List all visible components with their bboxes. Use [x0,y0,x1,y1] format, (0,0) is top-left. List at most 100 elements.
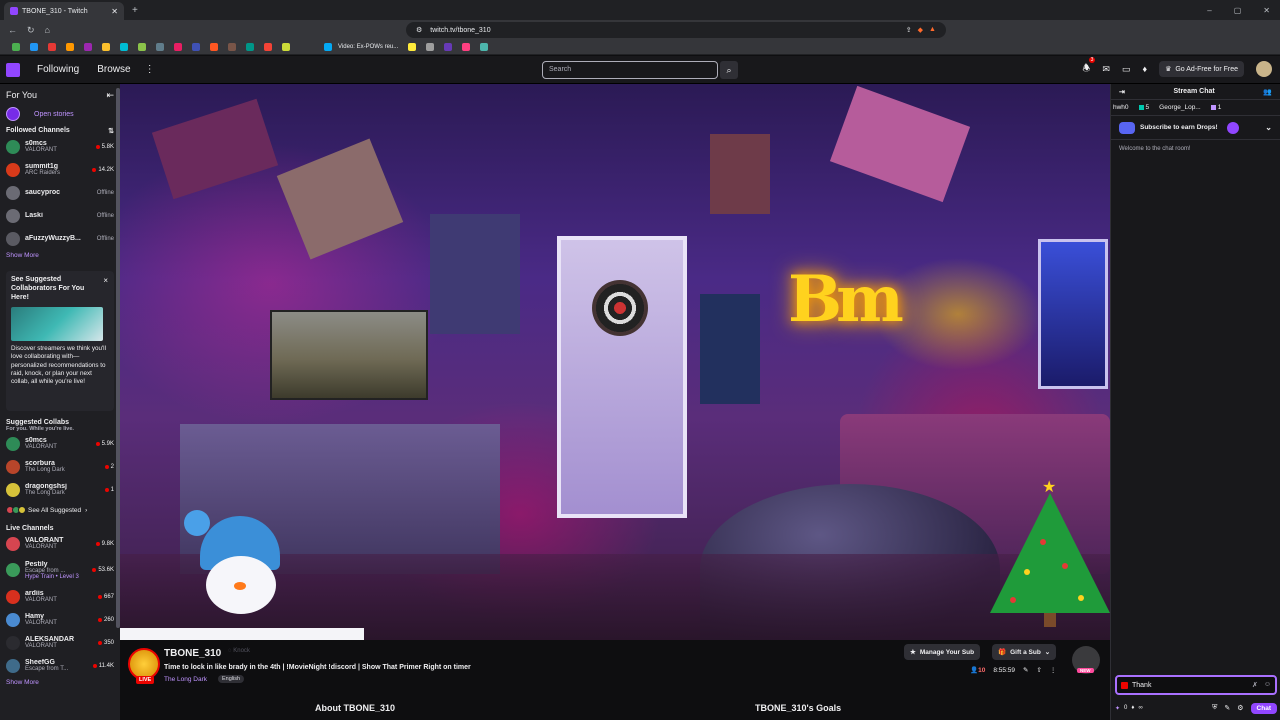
tab-goals[interactable]: TBONE_310's Goals [755,703,841,713]
search-input[interactable]: Search [542,61,718,79]
bookmark-icon[interactable] [48,43,56,51]
bookmark-icon[interactable] [192,43,200,51]
channel-points-icon[interactable]: ✦ [1115,705,1120,712]
settings-gear-icon[interactable]: ⚙ [1237,704,1243,712]
story-avatar[interactable] [6,107,20,121]
sort-icon[interactable]: ⇅ [108,127,114,135]
user-avatar[interactable] [1256,61,1272,77]
bookmark-icon[interactable] [210,43,218,51]
show-more-live[interactable]: Show More [6,679,114,686]
share-icon[interactable]: ⇪ [906,26,912,34]
bookmark-icon[interactable] [12,43,20,51]
brave-shield-icon[interactable]: ◆ [918,26,923,34]
bookmark-icon[interactable] [462,43,471,51]
more-menu-icon[interactable]: ⋮ [145,64,155,75]
minimize-button[interactable]: – [1207,6,1211,15]
sidebar-channel-item[interactable]: dragongshsj The Long Dark 1 [6,478,114,501]
bookmark-icon[interactable] [120,43,128,51]
twitch-logo-icon[interactable] [6,62,20,77]
maximize-button[interactable]: ▢ [1234,6,1242,15]
bookmark-icon[interactable] [408,43,417,51]
chat-input[interactable]: Thank ✗ ☺ [1115,675,1277,695]
new-tab-button[interactable]: + [132,5,138,16]
sidebar-channel-item[interactable]: VALORANT VALORANT 9.8K [6,532,114,555]
sidebar-channel-item[interactable]: Pestily Escape from ... Hype Train • Level… [6,555,114,585]
sidebar-channel-item[interactable]: SheefGG Escape from T... 11.4K [6,654,114,677]
community-icon[interactable]: 👥 [1263,88,1272,96]
emote-badge-icon[interactable] [1121,681,1128,689]
channel-name[interactable]: TBONE_310 [164,648,221,659]
bookmark-icon[interactable] [138,43,146,51]
bookmark-icon[interactable] [156,43,164,51]
bookmark-icon[interactable] [426,43,435,51]
bookmark-icon[interactable] [246,43,254,51]
sidebar-channel-item[interactable]: ALEKSANDAR VALORANT 350 [6,631,114,654]
gifter-item[interactable]: hwh0 [1113,104,1129,111]
drops-banner[interactable]: Subscribe to earn Drops! ⌄ [1111,116,1280,140]
sidebar-channel-item[interactable]: ardiis VALORANT 667 [6,585,114,608]
bookmark-icon[interactable] [84,43,92,51]
video-player[interactable]: Bm ★ [120,84,1110,640]
following-link[interactable]: Following [37,64,79,75]
bookmark-icon[interactable] [174,43,182,51]
chat-send-button[interactable]: Chat [1250,702,1277,714]
collapse-chat-icon[interactable]: ⇥ [1119,88,1125,96]
sidebar-channel-item[interactable]: Laski Offline [6,204,114,227]
bookmark-icon[interactable] [228,43,236,51]
whispers-icon[interactable]: ▭ [1122,64,1131,75]
url-field[interactable]: ⚙ twitch.tv/tbone_310 ⇪ ◆ ▲ [405,22,946,38]
share-icon[interactable]: ⇧ [1036,666,1041,674]
bookmark-icon[interactable] [282,43,290,51]
gift-sub-button[interactable]: 🎁 Gift a Sub ⌄ [992,644,1057,660]
pencil-icon[interactable]: ✎ [1224,704,1230,712]
sidebar-channel-item[interactable]: s0mcs VALORANT 5.8K [6,135,114,158]
site-info-icon[interactable]: ⚙ [416,26,422,34]
sidebar-channel-item[interactable]: aFuzzyWuzzyB... Offline [6,227,114,250]
chevron-down-icon[interactable]: ⌄ [1265,123,1272,132]
bookmark-icon[interactable] [102,43,110,51]
bookmark-icon[interactable] [30,43,38,51]
open-stories[interactable]: Open stories [6,107,114,121]
bookmark-icon[interactable] [66,43,74,51]
sidebar-channel-item[interactable]: saucyproc Offline [6,181,114,204]
edit-icon[interactable]: ✎ [1023,666,1028,674]
show-more-followed[interactable]: Show More [6,252,114,259]
browse-link[interactable]: Browse [97,64,130,75]
sidebar-channel-item[interactable]: summit1g ARC Raiders 14.2K [6,158,114,181]
stream-category-link[interactable]: The Long Dark [164,676,207,683]
knock-button[interactable]: ◌ Knock [228,648,250,654]
bookmark-icon[interactable] [324,43,332,51]
sidebar-channel-item[interactable]: scorbura The Long Dark 2 [6,455,114,478]
language-tag[interactable]: English [218,675,245,683]
collapse-sidebar-icon[interactable]: ⇤ [106,90,114,101]
notifications-icon[interactable]: 🕭 3 [1082,57,1096,77]
reload-icon[interactable]: ↻ [27,25,35,36]
bookmark-icon[interactable] [480,43,489,51]
emote-picker-icon[interactable]: ☺ [1264,681,1271,689]
mute-mic-icon[interactable]: ✗ [1252,681,1258,689]
bookmark-icon[interactable] [264,43,272,51]
gifter-item[interactable]: 1 [1210,104,1221,111]
close-window-button[interactable]: ✕ [1263,6,1270,15]
browser-tab[interactable]: TBONE_310 - Twitch ✕ [4,2,124,20]
see-all-suggested[interactable]: See All Suggested › [6,501,114,519]
bits-icon[interactable]: ♦ [1131,705,1134,711]
shield-icon[interactable]: ⛨ [1212,704,1217,712]
more-options-icon[interactable]: ⋮ [1050,666,1057,674]
rewards-icon[interactable]: ▲ [929,26,936,34]
inbox-icon[interactable]: ✉ [1102,64,1110,75]
close-card-icon[interactable]: × [103,276,108,285]
close-tab-icon[interactable]: ✕ [111,7,118,16]
ad-free-button[interactable]: ♛ Go Ad-Free for Free [1159,61,1244,77]
back-icon[interactable]: ← [8,25,17,35]
bookmark-label[interactable]: Video: Ex-POWs reu... [338,44,398,50]
bookmark-icon[interactable] [444,43,453,51]
search-icon[interactable]: ⌕ [720,61,738,79]
crown-icon[interactable]: ♦ [1142,64,1147,74]
sidebar-channel-item[interactable]: Hamy VALORANT 260 [6,608,114,631]
gifter-item[interactable]: 5 [1138,104,1149,111]
home-icon[interactable]: ⌂ [45,25,50,35]
gifter-item[interactable]: George_Lop... [1159,104,1201,111]
sidebar-channel-item[interactable]: s0mcs VALORANT 5.9K [6,432,114,455]
manage-sub-button[interactable]: ★ Manage Your Sub [904,644,981,660]
